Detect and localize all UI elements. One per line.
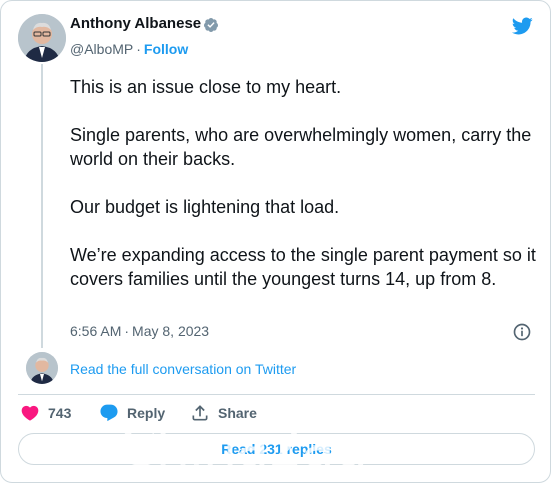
tweet-paragraph: This is an issue close to my heart. xyxy=(70,77,342,97)
tweet-paragraph: Single parents, who are overwhelmingly w… xyxy=(70,125,532,169)
read-conversation-link[interactable]: Read the full conversation on Twitter xyxy=(70,361,296,377)
heart-icon xyxy=(21,405,39,421)
share-label: Share xyxy=(218,405,257,421)
reply-button[interactable]: Reply xyxy=(99,403,165,423)
reply-label: Reply xyxy=(127,405,166,421)
author-avatar[interactable] xyxy=(18,14,66,62)
speech-bubble-icon xyxy=(100,404,118,422)
author-handle-line: @AlboMP · Follow xyxy=(70,41,188,57)
like-button[interactable]: 743 xyxy=(20,403,71,423)
read-replies-button[interactable]: Read 231 replies xyxy=(18,433,535,465)
share-arrow-icon xyxy=(192,405,208,421)
timestamp-separator: · xyxy=(124,323,130,339)
share-button[interactable]: Share xyxy=(190,403,257,423)
like-count: 743 xyxy=(48,405,72,421)
actions-divider xyxy=(18,394,535,395)
verified-badge-icon xyxy=(203,18,218,32)
tweet-date: May 8, 2023 xyxy=(132,323,210,339)
tweet-timestamp[interactable]: 6:56 AM · May 8, 2023 xyxy=(70,323,209,339)
handle-separator: · xyxy=(136,41,141,57)
tweet-paragraph: Our budget is lightening that load. xyxy=(70,197,340,217)
thread-connector-line xyxy=(41,64,43,348)
tweet-embed-card: Anthony Albanese @AlboMP · Follow This is … xyxy=(0,0,551,483)
tweet-time: 6:56 AM xyxy=(70,323,122,339)
tweet-paragraph: We’re expanding access to the single par… xyxy=(70,245,536,289)
conversation-avatar[interactable] xyxy=(26,352,58,384)
twitter-bird-icon[interactable] xyxy=(510,15,534,37)
follow-button[interactable]: Follow xyxy=(144,41,188,57)
author-name[interactable]: Anthony Albanese xyxy=(70,15,201,32)
tweet-body: This is an issue close to my heart. Sing… xyxy=(70,75,538,291)
info-icon[interactable] xyxy=(512,322,532,342)
author-handle[interactable]: @AlboMP xyxy=(70,41,133,57)
